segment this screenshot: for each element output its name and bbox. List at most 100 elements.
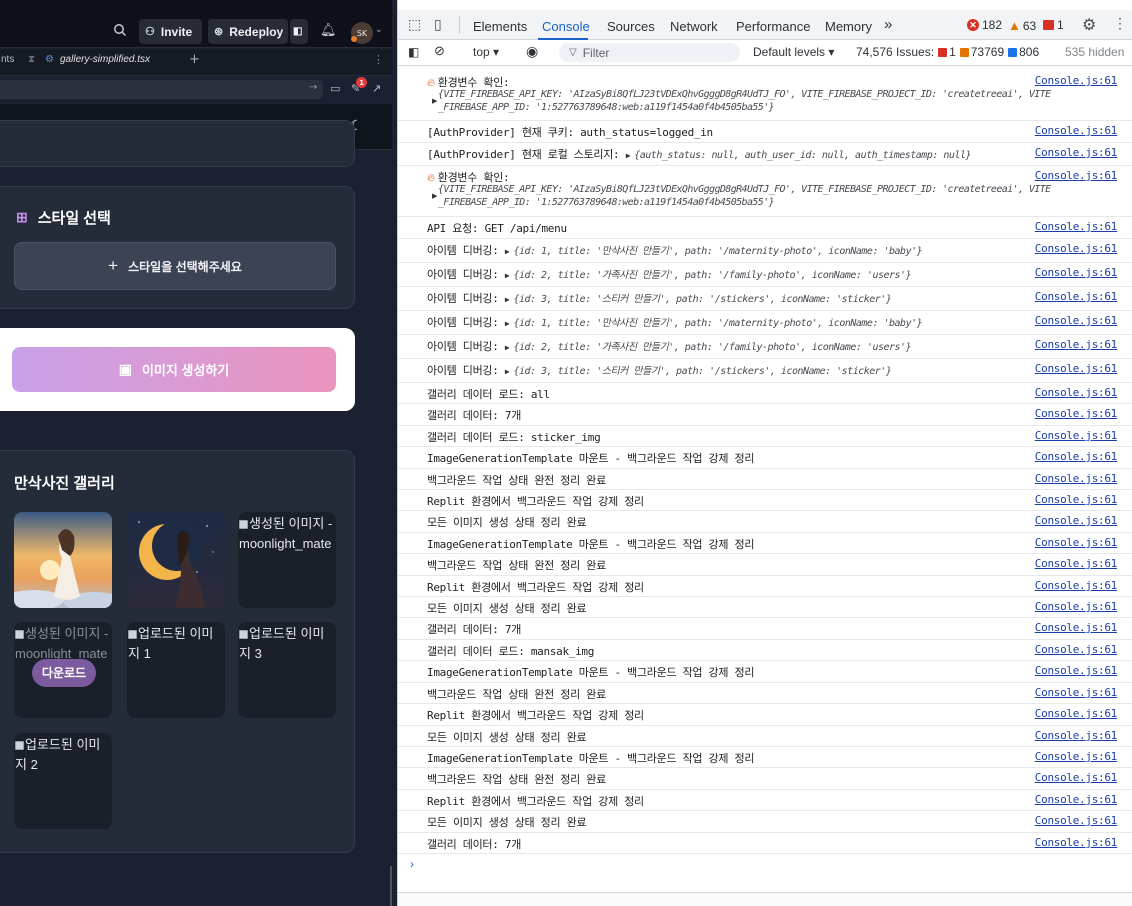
issues-summary[interactable]: 74,576 Issues: 1 73769 806 <box>856 45 1039 59</box>
log-source-link[interactable]: Console.js:61 <box>1035 429 1118 442</box>
more-vertical-icon[interactable]: ⋮ <box>1113 15 1127 32</box>
expand-caret-icon[interactable]: ▶ <box>626 151 631 160</box>
warning-count-badge[interactable]: ▲ 63 <box>1008 18 1036 33</box>
gallery-image-broken-4[interactable]: 생성된 이미지 - moonlight_mate 다운로드 <box>14 622 112 718</box>
log-source-link[interactable]: Console.js:61 <box>1035 242 1118 255</box>
log-object[interactable]: {id: 1, title: '만삭사진 만들기', path: '/mater… <box>513 318 922 329</box>
clear-console-icon[interactable]: ⊘ <box>434 43 445 59</box>
arrow-right-icon[interactable]: → <box>309 82 317 93</box>
log-source-link[interactable]: Console.js:61 <box>1035 686 1118 699</box>
new-tab-plus-icon[interactable]: + <box>189 52 200 67</box>
log-object[interactable]: {id: 3, title: '스티커 만들기', path: '/sticke… <box>513 366 891 377</box>
log-source-link[interactable]: Console.js:61 <box>1035 643 1118 656</box>
log-source-link[interactable]: Console.js:61 <box>1035 386 1118 399</box>
window-icon: ◧ <box>293 26 303 37</box>
log-source-link[interactable]: Console.js:61 <box>1035 814 1118 827</box>
pane-resize-handle[interactable] <box>390 866 392 906</box>
issues-flag-badge[interactable]: 1 <box>1043 18 1064 32</box>
log-source-link[interactable]: Console.js:61 <box>1035 124 1118 137</box>
log-object[interactable]: {id: 2, title: '가족사진 만들기', path: '/famil… <box>513 342 911 353</box>
bell-icon[interactable]: 🔔︎ <box>320 23 337 38</box>
log-source-link[interactable]: Console.js:61 <box>1035 750 1118 763</box>
gallery-image-moonlight[interactable] <box>127 512 225 608</box>
tab-gallery-simplified[interactable]: gallery-simplified.tsx <box>60 54 150 65</box>
gallery-image-upload-2[interactable]: 업로드된 이미지 2 <box>14 733 112 829</box>
log-source-link[interactable]: Console.js:61 <box>1035 514 1118 527</box>
error-count-badge[interactable]: ✕ 182 <box>967 18 1002 32</box>
log-source-link[interactable]: Console.js:61 <box>1035 314 1118 327</box>
expand-caret-icon[interactable]: ▶ <box>505 295 510 304</box>
log-object[interactable]: {auth_status: null, auth_user_id: null, … <box>634 150 971 161</box>
log-source-link[interactable]: Console.js:61 <box>1035 74 1118 87</box>
generate-image-button[interactable]: ▣ 이미지 생성하기 <box>12 347 336 392</box>
log-object[interactable]: {VITE_FIREBASE_API_KEY: 'AIzaSyBi8QfLJ23… <box>438 184 1051 195</box>
log-source-link[interactable]: Console.js:61 <box>1035 707 1118 720</box>
sidebar-toggle-icon[interactable]: ◧ <box>408 45 419 59</box>
log-source-link[interactable]: Console.js:61 <box>1035 290 1118 303</box>
log-object[interactable]: {VITE_FIREBASE_API_KEY: 'AIzaSyBi8QfLJ23… <box>438 89 1051 100</box>
log-source-link[interactable]: Console.js:61 <box>1035 220 1118 233</box>
log-source-link[interactable]: Console.js:61 <box>1035 493 1118 506</box>
tab-network[interactable]: Network <box>670 19 718 34</box>
log-source-link[interactable]: Console.js:61 <box>1035 338 1118 351</box>
log-source-link[interactable]: Console.js:61 <box>1035 664 1118 677</box>
external-link-icon[interactable]: ↗ <box>372 82 381 95</box>
log-source-link[interactable]: Console.js:61 <box>1035 557 1118 570</box>
redeploy-button[interactable]: ⊛ Redeploy <box>208 19 288 44</box>
more-vertical-icon[interactable]: ⋮ <box>373 53 384 66</box>
expand-caret-icon[interactable]: ▶ <box>505 343 510 352</box>
expand-caret-icon[interactable]: ▶ <box>505 319 510 328</box>
expand-caret-icon[interactable]: ▶ <box>505 247 510 256</box>
tab-sources[interactable]: Sources <box>607 19 655 34</box>
gallery-image-maternity[interactable] <box>14 512 112 608</box>
expand-caret-icon[interactable]: ▶ <box>505 367 510 376</box>
gallery-image-upload-1[interactable]: 업로드된 이미지 1 <box>127 622 225 718</box>
search-icon[interactable] <box>113 23 127 37</box>
log-source-link[interactable]: Console.js:61 <box>1035 836 1118 849</box>
gear-icon[interactable]: ⚙ <box>1082 15 1096 35</box>
more-tabs-icon[interactable]: » <box>884 16 892 33</box>
log-source-link[interactable]: Console.js:61 <box>1035 793 1118 806</box>
console-prompt-chevron-icon[interactable]: › <box>410 857 414 871</box>
filter-input[interactable]: ▽ Filter <box>559 43 740 62</box>
gallery-image-upload-3[interactable]: 업로드된 이미지 3 <box>238 622 336 718</box>
log-source-link[interactable]: Console.js:61 <box>1035 771 1118 784</box>
invite-button[interactable]: ⚇ Invite <box>139 19 202 44</box>
log-source-link[interactable]: Console.js:61 <box>1035 146 1118 159</box>
device-toolbar-icon[interactable]: ▯ <box>434 16 442 33</box>
context-select[interactable]: top ▾ <box>473 45 499 59</box>
log-object[interactable]: {id: 1, title: '만삭사진 만들기', path: '/mater… <box>513 246 922 257</box>
inspect-element-icon[interactable]: ⬚ <box>408 16 421 33</box>
log-source-link[interactable]: Console.js:61 <box>1035 600 1118 613</box>
download-button[interactable]: 다운로드 <box>32 659 96 687</box>
deploy-menu-button[interactable]: ◧ <box>290 19 308 44</box>
expand-caret-icon[interactable]: ▶ <box>432 192 437 200</box>
log-source-link[interactable]: Console.js:61 <box>1035 450 1118 463</box>
expand-caret-icon[interactable]: ▶ <box>432 97 437 105</box>
devices-icon[interactable]: ▭ <box>330 82 340 95</box>
url-input[interactable] <box>0 80 323 99</box>
tab-nts[interactable]: nts <box>1 54 14 65</box>
tab-performance[interactable]: Performance <box>736 19 810 34</box>
tab-elements[interactable]: Elements <box>473 19 527 34</box>
app-preview-pane: ⚇ Invite ⊛ Redeploy ◧ 🔔︎ SK ⌄ nts ⧗ ⚙ ga… <box>0 0 397 906</box>
log-source-link[interactable]: Console.js:61 <box>1035 536 1118 549</box>
log-source-link[interactable]: Console.js:61 <box>1035 407 1118 420</box>
log-source-link[interactable]: Console.js:61 <box>1035 362 1118 375</box>
eye-icon[interactable]: ◉ <box>526 43 538 60</box>
gallery-image-broken-3[interactable]: 생성된 이미지 - moonlight_mate <box>238 512 336 608</box>
log-source-link[interactable]: Console.js:61 <box>1035 579 1118 592</box>
chevron-down-icon[interactable]: ⌄ <box>375 25 383 35</box>
log-source-link[interactable]: Console.js:61 <box>1035 169 1118 182</box>
tab-memory[interactable]: Memory <box>825 19 872 34</box>
select-style-button[interactable]: + 스타일을 선택해주세요 <box>14 242 336 290</box>
log-source-link[interactable]: Console.js:61 <box>1035 266 1118 279</box>
tab-console[interactable]: Console <box>542 19 590 34</box>
log-source-link[interactable]: Console.js:61 <box>1035 729 1118 742</box>
log-source-link[interactable]: Console.js:61 <box>1035 621 1118 634</box>
log-levels-select[interactable]: Default levels ▾ <box>753 45 834 59</box>
log-source-link[interactable]: Console.js:61 <box>1035 472 1118 485</box>
expand-caret-icon[interactable]: ▶ <box>505 271 510 280</box>
log-object[interactable]: {id: 3, title: '스티커 만들기', path: '/sticke… <box>513 294 891 305</box>
log-object[interactable]: {id: 2, title: '가족사진 만들기', path: '/famil… <box>513 270 911 281</box>
